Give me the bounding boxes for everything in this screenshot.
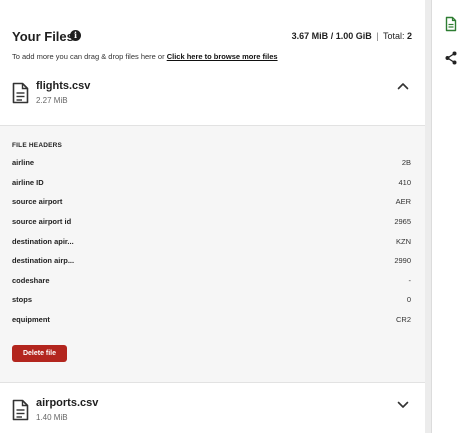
info-icon[interactable]: i bbox=[70, 30, 81, 41]
header-key: destination airp... bbox=[12, 256, 75, 265]
header-row: equipment CR2 bbox=[12, 315, 411, 327]
usage-pipe: | bbox=[376, 31, 379, 41]
header-key: source airport bbox=[12, 197, 63, 206]
header-key: destination apir... bbox=[12, 237, 74, 246]
header-row: airline ID 410 bbox=[12, 178, 411, 190]
usage-used: 3.67 MiB bbox=[291, 31, 329, 41]
header-key: airline ID bbox=[12, 178, 44, 187]
header-value: - bbox=[408, 276, 412, 285]
usage-separator: / bbox=[330, 31, 334, 41]
files-panel: Your Files i 3.67 MiB / 1.00 GiB | Total… bbox=[0, 0, 425, 433]
upload-hint: To add more you can drag & drop files he… bbox=[12, 52, 278, 61]
file-name: airports.csv bbox=[36, 397, 99, 409]
file-icon bbox=[12, 399, 29, 421]
file-document-icon[interactable] bbox=[443, 16, 459, 32]
header-key: stops bbox=[12, 295, 33, 304]
chevron-down-icon[interactable] bbox=[397, 401, 409, 409]
header-key: equipment bbox=[12, 315, 50, 324]
header-key: source airport id bbox=[12, 217, 72, 226]
usage-limit: 1.00 GiB bbox=[335, 31, 372, 41]
header-row: source airport id 2965 bbox=[12, 217, 411, 229]
share-icon[interactable] bbox=[443, 50, 459, 66]
header-value: CR2 bbox=[395, 315, 411, 324]
side-rail bbox=[432, 0, 474, 433]
header-row: stops 0 bbox=[12, 295, 411, 307]
page-title: Your Files bbox=[12, 29, 74, 44]
header-value: 410 bbox=[398, 178, 411, 187]
file-item-airports[interactable]: airports.csv 1.40 MiB bbox=[0, 382, 425, 433]
chevron-up-icon[interactable] bbox=[397, 82, 409, 90]
file-item-flights[interactable]: flights.csv 2.27 MiB bbox=[0, 70, 425, 125]
file-headers-heading: FILE HEADERS bbox=[12, 142, 63, 149]
usage-total-label: Total: bbox=[382, 31, 405, 41]
header-value: AER bbox=[395, 197, 411, 206]
header-value: 2965 bbox=[394, 217, 411, 226]
file-name: flights.csv bbox=[36, 80, 91, 92]
browse-files-link[interactable]: Click here to browse more files bbox=[167, 52, 278, 61]
header-key: airline bbox=[12, 158, 35, 167]
header-row: source airport AER bbox=[12, 197, 411, 209]
header-value: 2B bbox=[401, 158, 411, 167]
header-value: 2990 bbox=[394, 256, 411, 265]
header-row: airline 2B bbox=[12, 158, 411, 170]
storage-usage: 3.67 MiB / 1.00 GiB | Total: 2 bbox=[292, 31, 412, 41]
file-size: 2.27 MiB bbox=[36, 96, 68, 105]
header-value: 0 bbox=[406, 295, 411, 304]
header-key: codeshare bbox=[12, 276, 50, 285]
delete-file-button[interactable]: Delete file bbox=[12, 345, 67, 362]
files-header: Your Files i 3.67 MiB / 1.00 GiB | Total… bbox=[0, 0, 425, 70]
header-row: destination apir... KZN bbox=[12, 237, 411, 249]
file-size: 1.40 MiB bbox=[36, 413, 68, 422]
upload-hint-text: To add more you can drag & drop files he… bbox=[12, 52, 165, 61]
usage-total-count: 2 bbox=[406, 31, 412, 41]
file-icon bbox=[12, 82, 29, 104]
header-row: codeshare - bbox=[12, 276, 411, 288]
header-value: KZN bbox=[396, 237, 411, 246]
file-details-flights: FILE HEADERS airline 2B airline ID 410 s… bbox=[0, 125, 425, 382]
header-row: destination airp... 2990 bbox=[12, 256, 411, 268]
